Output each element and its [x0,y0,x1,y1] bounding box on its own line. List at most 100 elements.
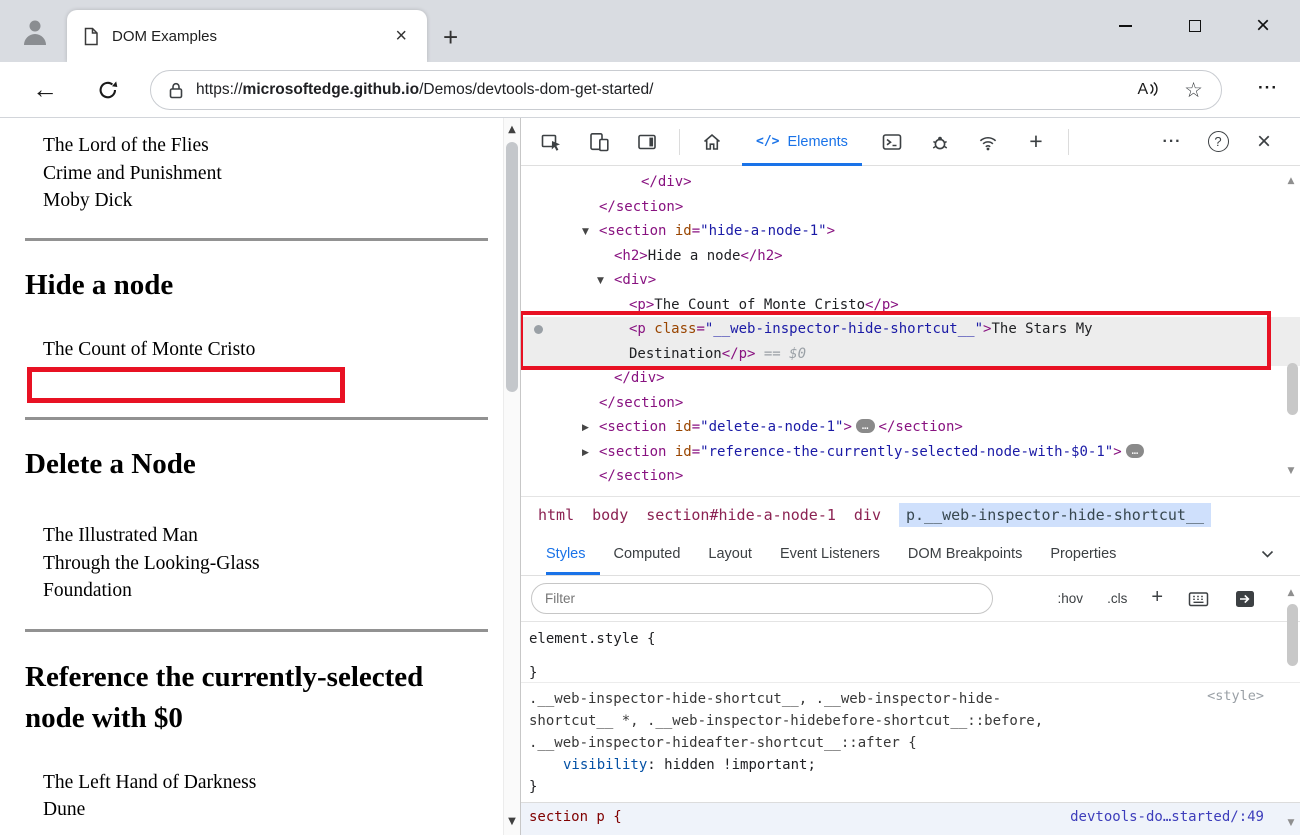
scroll-up-icon[interactable]: ▲ [504,124,520,135]
scrollbar-thumb[interactable] [506,142,518,392]
rule-close-brace: } [529,779,538,795]
dom-segment-pill: … [855,419,875,433]
dom-tree-node[interactable]: ▼ <div> [521,268,1300,293]
devtools-help-button[interactable]: ? [1200,120,1236,164]
page-scrollbar[interactable]: ▲ ▼ [503,118,520,835]
device-emulation-button[interactable] [581,120,617,164]
book-title: Through the Looking-Glass [43,552,260,574]
scroll-up-icon[interactable]: ▲ [1285,176,1297,186]
expand-arrow-closed-icon[interactable]: ▶ [582,416,589,441]
scroll-down-icon[interactable]: ▼ [1285,818,1297,828]
book-title: The Count of Monte Cristo [43,338,256,360]
home-button[interactable] [694,120,730,164]
settings-more-button[interactable]: ··· [1258,78,1278,98]
dom-tree-node[interactable]: ▶ <section id="delete-a-node-1">… </sectio… [521,415,1300,440]
dom-tree-node[interactable]: <p class="__web-inspector-hide-shortcut_… [521,317,1300,342]
maximize-icon [1189,20,1201,32]
inspect-element-button[interactable] [533,120,569,164]
new-style-rule-button[interactable]: + [1151,586,1163,609]
styles-filter-input[interactable] [531,583,993,614]
dom-tree-node[interactable]: ▶ <section id="reference-the-currently-se… [521,440,1300,465]
breadcrumb-item[interactable]: p.__web-inspector-hide-shortcut__ [899,502,1212,527]
toggle-hover-state-button[interactable]: :hov [1058,591,1084,606]
devtools-more-button[interactable]: ··· [1154,120,1190,164]
dom-tree-node[interactable]: <p>The Count of Monte Cristo</p> [521,293,1300,318]
dom-segment-text: The Stars My [991,321,1093,337]
panel-tab-bar: Styles Computed Layout Event Listeners DOM B… [521,532,1300,576]
scroll-up-icon[interactable]: ▲ [1285,588,1297,598]
dom-segment-tag: > [843,419,852,435]
separator [25,628,488,632]
maximize-button[interactable] [1180,12,1210,40]
scrollbar-thumb[interactable] [1287,604,1298,666]
book-list-reference: The Left Hand of Darkness Dune [25,769,491,824]
grid-icon[interactable] [1187,588,1210,610]
address-bar[interactable]: https://microsoftedge.github.io/Demos/de… [150,70,1222,110]
breadcrumb-item[interactable]: div [854,506,881,524]
rule-selector-line: .__web-inspector-hideafter-shortcut__::a… [529,735,917,751]
dom-segment-tag: <h2> [614,247,648,264]
panel-tab-dom-breakpoints[interactable]: DOM Breakpoints [894,532,1036,575]
scrollbar-thumb[interactable] [1287,363,1298,415]
read-aloud-letter: A [1137,81,1149,98]
toggle-element-classes-button[interactable]: .cls [1107,591,1127,606]
breadcrumb-item[interactable]: section#hide-a-node-1 [646,506,836,524]
expand-arrow-closed-icon[interactable]: ▶ [582,441,589,466]
expand-arrow-open-icon[interactable]: ▼ [582,220,589,245]
dom-segment-tag: </p> [865,296,899,313]
dom-segment-tag: </div> [641,174,692,190]
scroll-down-icon[interactable]: ▼ [504,816,520,827]
panel-tab-styles[interactable]: Styles [546,532,600,575]
dom-tree-node[interactable]: </div> [521,170,1300,195]
console-button[interactable] [874,120,910,164]
dom-tree-node[interactable]: ▼ <section id="hide-a-node-1"> [521,219,1300,244]
network-conditions-button[interactable] [970,120,1006,164]
help-icon: ? [1207,131,1229,152]
close-window-button[interactable]: × [1248,12,1278,40]
next-rule-source-link[interactable]: devtools-do…started/:49 [1070,809,1264,825]
bug-debug-button[interactable] [922,120,958,164]
read-aloud-button[interactable]: A [1138,81,1159,99]
more-tools-plus-button[interactable]: + [1018,120,1054,164]
url-text[interactable]: https://microsoftedge.github.io/Demos/de… [196,81,1126,99]
panel-tab-computed[interactable]: Computed [600,532,695,575]
tab-elements[interactable]: </> Elements [742,118,862,166]
scroll-down-icon[interactable]: ▼ [1285,466,1297,476]
dock-side-button[interactable] [629,120,665,164]
refresh-button[interactable] [96,78,120,102]
inline-style-rule[interactable]: element.style { [529,628,655,650]
toolbar-divider [679,128,680,155]
panel-tab-layout[interactable]: Layout [694,532,766,575]
browser-tab[interactable]: DOM Examples × [67,10,427,62]
tab-close-icon[interactable]: × [391,24,411,48]
devtools-close-button[interactable]: × [1246,120,1282,164]
dom-tree-node[interactable]: <h2>Hide a node</h2> [521,244,1300,269]
dom-segment-val: "__web-inspector-hide-shortcut__" [704,321,984,337]
dom-segment-tag: = [696,321,705,337]
css-declaration[interactable]: visibility: hidden !important; [563,754,816,776]
dom-tree-node[interactable]: Destination</p> == $0 [521,341,1300,366]
next-rule-selector[interactable]: section p { [529,809,622,825]
dom-tree-node[interactable]: </section> [521,195,1300,220]
breadcrumb-item[interactable]: html [538,506,574,524]
chevron-down-icon[interactable] [1261,550,1274,559]
panel-tab-properties[interactable]: Properties [1036,532,1130,575]
dom-tree-node[interactable]: </section> [521,391,1300,416]
back-button[interactable]: ← [32,74,58,105]
expand-arrow-open-icon[interactable]: ▼ [597,269,604,294]
new-tab-button[interactable]: + [443,22,458,53]
profile-avatar[interactable] [12,8,58,56]
breadcrumb-item[interactable]: body [592,506,628,524]
dom-segment-val: "reference-the-currently-selected-node-w… [700,443,1114,460]
favorites-star-icon[interactable]: ☆ [1184,80,1203,101]
rule-source-link[interactable]: <style> [1207,688,1264,704]
dom-tree-node[interactable]: </div> [521,366,1300,391]
navigation-bar: ← https://microsoftedge.github.io/Demos/… [0,62,1300,118]
dom-segment-pill: … [1125,443,1145,458]
web-page-pane: The Lord of the Flies Crime and Punishmen… [0,118,520,835]
panel-tab-event-listeners[interactable]: Event Listeners [766,532,894,575]
minimize-button[interactable] [1110,12,1140,40]
dom-tree-node[interactable]: </section> [521,464,1300,489]
styles-filter-row: :hov .cls + [521,576,1300,622]
open-styles-sidebar-icon[interactable] [1234,588,1256,610]
